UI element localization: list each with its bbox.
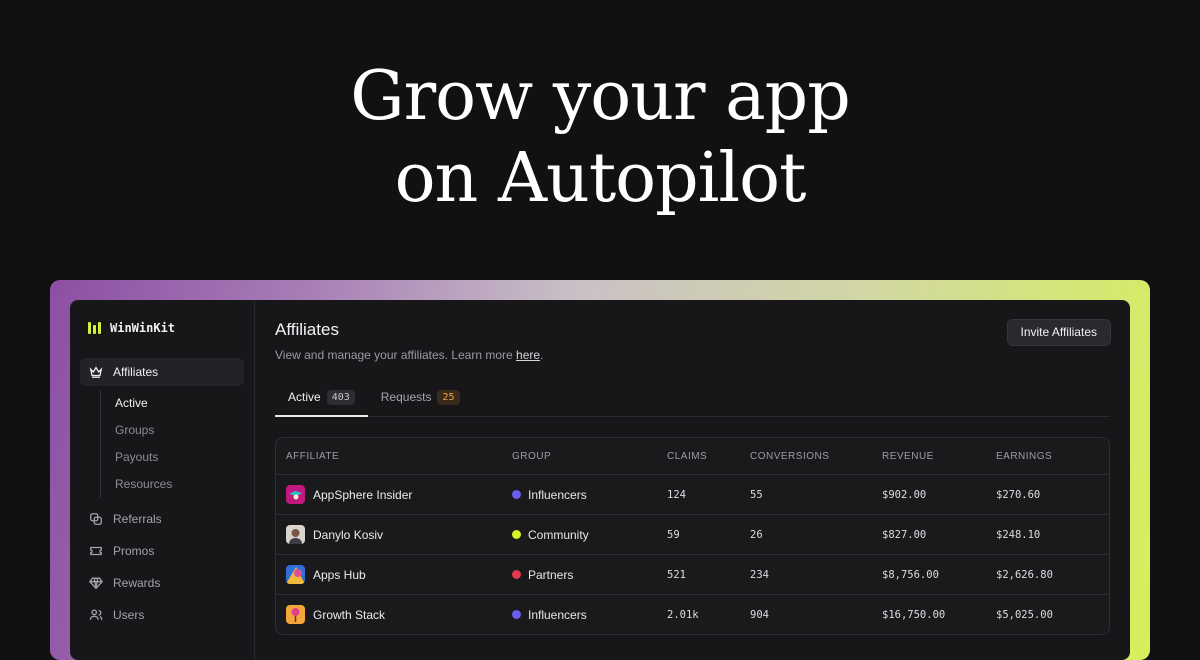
main-content: Affiliates View and manage your affiliat… [255,300,1130,660]
tab-active[interactable]: Active 403 [275,388,368,417]
brand[interactable]: WinWinKit [80,318,244,338]
table-row[interactable]: Danylo Kosiv Community 59 26 $827.00 $24… [276,514,1109,554]
column-header[interactable]: AFFILIATE [276,451,512,462]
affiliate-name: Danylo Kosiv [313,527,384,542]
brand-name: WinWinKit [110,321,176,335]
earnings-value: $2,626.80 [996,568,1053,581]
earnings-value: $248.10 [996,528,1041,541]
hero-line-2: on Autopilot [394,139,807,218]
sidebar-item-label: Promos [113,544,155,558]
claims-value: 124 [667,488,686,501]
sidebar-item-promos[interactable]: Promos [80,536,244,566]
conversions-value: 904 [750,608,769,621]
ticket-icon [90,546,102,556]
avatar [286,565,305,584]
revenue-value: $827.00 [882,528,927,541]
crown-icon [89,366,103,378]
page-subtitle-end: . [540,348,544,362]
avatar [286,485,305,504]
invite-affiliates-button[interactable]: Invite Affiliates [1006,319,1111,346]
group-color-dot [512,530,521,539]
sidebar-item-rewards[interactable]: Rewards [80,568,244,598]
sidebar-item-label: Affiliates [113,365,159,379]
affiliate-name: Apps Hub [313,567,366,582]
group-name: Influencers [528,487,587,502]
column-header[interactable]: EARNINGS [996,451,1109,462]
tab-requests[interactable]: Requests 25 [368,388,473,417]
subnav-item-groups[interactable]: Groups [115,417,244,444]
conversions-value: 55 [750,488,763,501]
table-row[interactable]: Growth Stack Influencers 2.01k 904 $16,7… [276,594,1109,634]
subnav-item-payouts[interactable]: Payouts [115,444,244,471]
count-badge: 25 [437,390,460,405]
sidebar-nav: Affiliates Active Groups Payouts Resourc… [80,358,244,630]
group-color-dot [512,570,521,579]
affiliates-subnav: Active Groups Payouts Resources [100,390,244,498]
claims-value: 521 [667,568,686,581]
sidebar: WinWinKit Affiliates Active Groups Payou… [70,300,255,660]
diamond-icon [89,577,103,590]
app-window: WinWinKit Affiliates Active Groups Payou… [70,300,1130,660]
subnav-item-active[interactable]: Active [115,390,244,417]
claims-value: 59 [667,528,680,541]
revenue-value: $16,750.00 [882,608,946,621]
group-name: Partners [528,567,574,582]
conversions-value: 26 [750,528,763,541]
page-title: Affiliates [275,320,339,339]
tabs: Active 403 Requests 25 [275,388,1110,417]
avatar [286,605,305,624]
tab-label: Active [288,390,321,404]
column-header[interactable]: CONVERSIONS [750,451,882,462]
affiliates-table: AFFILIATE GROUP CLAIMS CONVERSIONS REVEN… [275,437,1110,635]
group-color-dot [512,610,521,619]
table-row[interactable]: Apps Hub Partners 521 234 $8,756.00 $2,6… [276,554,1109,594]
column-header[interactable]: REVENUE [882,451,996,462]
sidebar-item-users[interactable]: Users [80,600,244,630]
table-header: AFFILIATE GROUP CLAIMS CONVERSIONS REVEN… [276,438,1109,474]
tab-label: Requests [380,390,432,404]
page-subtitle-text: View and manage your affiliates. Learn m… [275,348,517,362]
sidebar-item-label: Referrals [113,512,162,526]
affiliate-name: Growth Stack [313,607,386,622]
revenue-value: $902.00 [882,488,927,501]
revenue-value: $8,756.00 [882,568,939,581]
hero-line-1: Grow your app [350,57,850,136]
hero-heading: Grow your app on Autopilot [0,56,1200,220]
group-color-dot [512,490,521,499]
sidebar-item-referrals[interactable]: Referrals [80,504,244,534]
affiliate-name: AppSphere Insider [313,487,413,502]
sidebar-item-affiliates[interactable]: Affiliates [80,358,244,386]
learn-more-link[interactable]: here [516,348,540,362]
table-row[interactable]: AppSphere Insider Influencers 124 55 $90… [276,474,1109,514]
claims-value: 2.01k [667,608,699,621]
earnings-value: $270.60 [996,488,1041,501]
column-header[interactable]: GROUP [512,451,667,462]
brand-logo-icon [88,322,102,334]
group-name: Influencers [528,607,587,622]
earnings-value: $5,025.00 [996,608,1053,621]
conversions-value: 234 [750,568,769,581]
page-subtitle: View and manage your affiliates. Learn m… [275,348,1110,362]
count-badge: 403 [326,390,355,405]
group-name: Community [528,527,589,542]
sidebar-item-label: Users [113,608,145,622]
users-icon [89,609,103,620]
sidebar-item-label: Rewards [113,576,161,590]
avatar [286,525,305,544]
column-header[interactable]: CLAIMS [667,451,750,462]
referrals-icon [90,513,102,525]
subnav-item-resources[interactable]: Resources [115,471,244,498]
